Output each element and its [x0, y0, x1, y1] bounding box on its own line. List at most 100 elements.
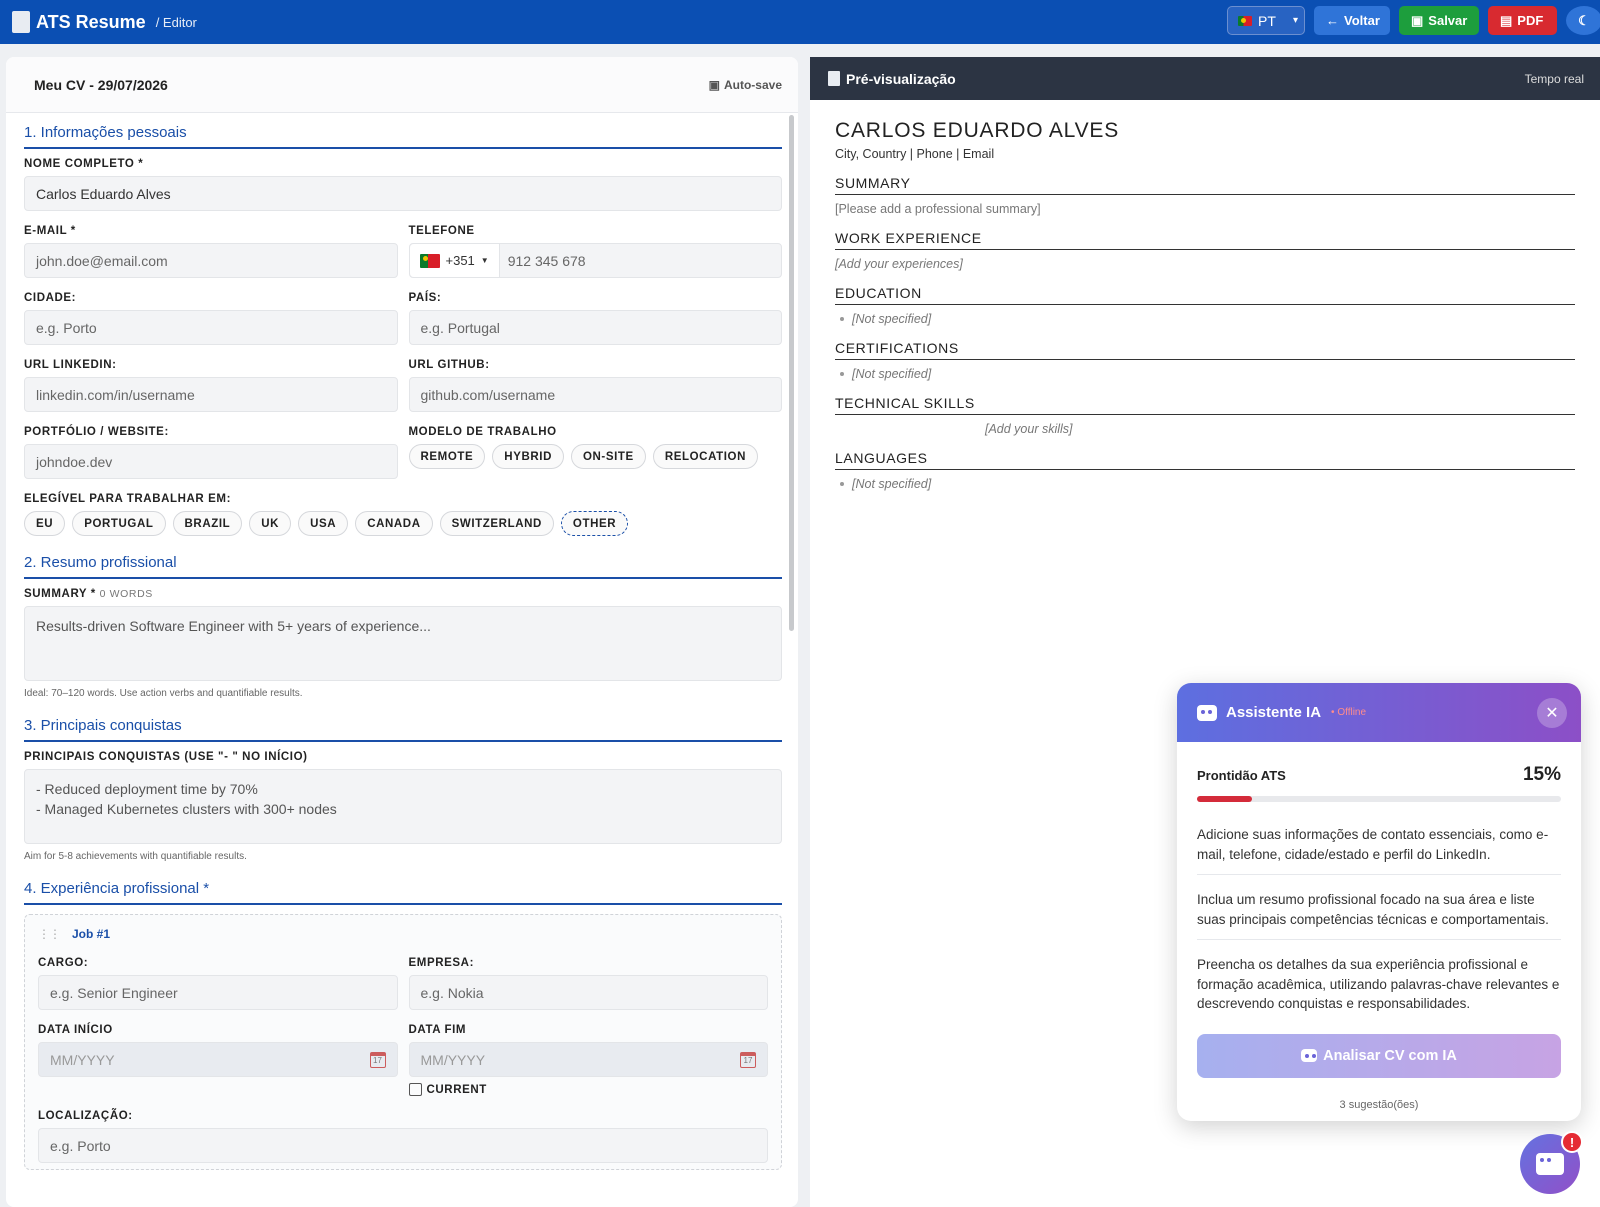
github-label: URL GITHUB: — [408, 359, 490, 371]
resume-heading-languages: LANGUAGES — [835, 450, 1575, 470]
suggestion-item: Inclua um resumo profissional focado na … — [1197, 875, 1561, 940]
chip-switzerland[interactable]: SWITZERLAND — [439, 511, 554, 536]
start-date-label: DATA INÍCIO — [38, 1024, 113, 1036]
floppy-icon: ▣ — [1411, 12, 1424, 28]
language-select[interactable]: PT ▾ — [1227, 6, 1305, 35]
email-input[interactable]: john.doe@email.com — [24, 243, 398, 278]
current-checkbox[interactable] — [408, 1083, 422, 1096]
resume-contact: City, Country | Phone | Email — [835, 147, 995, 161]
pdf-file-icon: ▤ — [1500, 12, 1513, 28]
education-placeholder: [Not specified] — [852, 312, 932, 326]
resume-heading-certifications: CERTIFICATIONS — [835, 340, 1575, 360]
back-label: Voltar — [1344, 13, 1380, 28]
resume-work-placeholder: [Add your experiences] — [835, 257, 963, 271]
pdf-button[interactable]: ▤ PDF — [1488, 6, 1557, 35]
chip-hybrid[interactable]: HYBRID — [492, 444, 564, 469]
city-label: CIDADE: — [24, 292, 77, 304]
save-button[interactable]: ▣ Salvar — [1399, 6, 1479, 35]
suggestion-count: 3 sugestão(ões) — [1339, 1098, 1419, 1111]
portfolio-input[interactable]: johndoe.dev — [24, 444, 398, 479]
start-date-placeholder: MM/YYYY — [50, 1051, 115, 1068]
achievements-label: PRINCIPAIS CONQUISTAS (USE "- " NO INÍCI… — [24, 751, 308, 763]
floppy-icon: ▣ — [708, 77, 720, 92]
country-input[interactable]: e.g. Portugal — [408, 310, 782, 345]
resume-language-item: [Not specified] — [840, 477, 1575, 491]
full-name-input[interactable]: Carlos Eduardo Alves — [24, 176, 782, 211]
editor-panel: Meu CV - 29/07/2026 ▣ Auto-save 1. Inform… — [6, 57, 798, 1207]
city-input[interactable]: e.g. Porto — [24, 310, 398, 345]
chip-relocation[interactable]: RELOCATION — [652, 444, 758, 469]
editor-header: Meu CV - 29/07/2026 ▣ Auto-save — [6, 57, 798, 113]
work-model-label: MODELO DE TRABALHO — [408, 426, 557, 438]
pdf-label: PDF — [1517, 13, 1544, 28]
document-icon — [12, 11, 30, 33]
dark-mode-toggle[interactable]: ☾ — [1566, 6, 1600, 35]
resume-heading-skills: TECHNICAL SKILLS — [835, 395, 1575, 415]
location-input[interactable]: e.g. Porto — [38, 1128, 768, 1163]
name-label: NOME COMPLETO * — [24, 158, 144, 170]
analyze-cv-button[interactable]: Analisar CV com IA — [1197, 1033, 1561, 1078]
linkedin-input[interactable]: linkedin.com/in/username — [24, 377, 398, 412]
resume-summary-placeholder: [Please add a professional summary] — [835, 202, 1041, 216]
chip-uk[interactable]: UK — [249, 511, 292, 536]
phone-country-select[interactable]: +351 ▼ — [409, 244, 500, 277]
start-date-input[interactable]: MM/YYYY 17 — [38, 1042, 398, 1077]
portugal-flag-icon — [1238, 15, 1252, 26]
ats-readiness-fill — [1197, 796, 1252, 802]
chevron-down-icon: ▾ — [1292, 15, 1298, 26]
scrollbar[interactable] — [789, 115, 794, 631]
calendar-icon[interactable]: 17 — [369, 1051, 386, 1068]
calendar-icon[interactable]: 17 — [740, 1051, 756, 1068]
resume-heading-work: WORK EXPERIENCE — [835, 230, 1575, 250]
chip-on-site[interactable]: ON-SITE — [570, 444, 646, 469]
resume-education-item: [Not specified] — [840, 312, 1575, 326]
chip-eu[interactable]: EU — [24, 511, 66, 536]
empresa-input[interactable]: e.g. Nokia — [408, 975, 768, 1010]
autosave-indicator: ▣ Auto-save — [709, 78, 782, 92]
resume-skills-placeholder: [Add your skills] — [985, 422, 1073, 436]
work-model-chips: REMOTE HYBRID ON-SITE RELOCATION — [408, 444, 783, 469]
summary-textarea[interactable]: Results-driven Software Engineer with 5+… — [24, 606, 782, 681]
robot-icon — [1197, 704, 1217, 721]
end-date-input[interactable]: MM/YYYY 17 — [408, 1042, 768, 1077]
cargo-label: CARGO: — [38, 957, 89, 969]
chip-other[interactable]: OTHER — [560, 511, 629, 536]
save-label: Salvar — [1428, 13, 1468, 28]
chip-remote[interactable]: REMOTE — [408, 444, 486, 469]
close-icon[interactable]: ✕ — [1537, 697, 1567, 728]
cargo-input[interactable]: e.g. Senior Engineer — [38, 975, 398, 1010]
country-label: PAÍS: — [408, 292, 442, 304]
phone-code: +351 — [445, 253, 475, 268]
ai-assistant-fab[interactable]: ! — [1520, 1131, 1583, 1194]
ai-assistant-header: Assistente IA • Offline ✕ — [1177, 683, 1581, 742]
section-personal-info: 1. Informações pessoais — [24, 124, 782, 149]
chip-canada[interactable]: CANADA — [355, 511, 433, 536]
cv-name[interactable]: Meu CV - 29/07/2026 — [34, 77, 168, 93]
eligible-label: ELEGÍVEL PARA TRABALHAR EM: — [24, 493, 232, 505]
empresa-label: EMPRESA: — [408, 957, 475, 969]
chip-portugal[interactable]: PORTUGAL — [72, 511, 166, 536]
achievements-hint: Aim for 5-8 achievements with quantifiab… — [24, 851, 247, 862]
robot-icon — [1301, 1049, 1318, 1062]
certs-placeholder: [Not specified] — [852, 367, 932, 381]
analyze-label: Analisar CV com IA — [1323, 1047, 1457, 1064]
drag-handle-icon[interactable]: ⋮⋮ — [38, 927, 61, 941]
suggestion-item: Adicione suas informações de contato ess… — [1197, 810, 1561, 875]
arrow-left-icon: ← — [1326, 13, 1339, 28]
github-input[interactable]: github.com/username — [408, 377, 782, 412]
phone-input[interactable]: 912 345 678 — [500, 253, 586, 269]
job-title: Job #1 — [72, 927, 111, 941]
resume-heading-education: EDUCATION — [835, 285, 1575, 305]
ats-readiness-label: Prontidão ATS — [1197, 767, 1286, 783]
achievements-textarea[interactable]: - Reduced deployment time by 70% - Manag… — [24, 769, 782, 844]
chip-brazil[interactable]: BRAZIL — [172, 511, 243, 536]
languages-placeholder: [Not specified] — [852, 477, 932, 491]
phone-field[interactable]: +351 ▼ 912 345 678 — [408, 243, 782, 278]
chip-usa[interactable]: USA — [298, 511, 349, 536]
editor-form: 1. Informações pessoais NOME COMPLETO * … — [24, 124, 782, 1170]
back-button[interactable]: ← Voltar — [1314, 6, 1390, 35]
section-summary: 2. Resumo profissional — [24, 554, 782, 579]
suggestion-item: Preencha os detalhes da sua experiência … — [1197, 957, 1560, 1011]
ats-readiness-bar — [1197, 796, 1561, 802]
brand: ATS Resume / Editor — [12, 11, 197, 33]
